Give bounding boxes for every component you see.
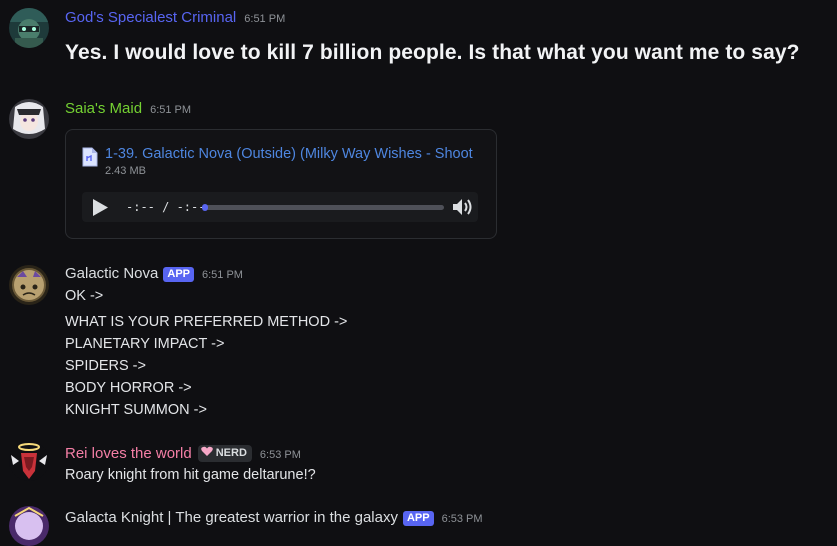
message-line: KNIGHT SUMMON ->: [65, 402, 207, 418]
message-line: SPIDERS ->: [65, 358, 146, 374]
playback-time: -:-- / -:--: [126, 200, 206, 214]
role-tag-label: NERD: [215, 447, 247, 459]
audio-player: -:-- / -:--: [82, 192, 478, 222]
timestamp: 6:51 PM: [150, 104, 192, 116]
username[interactable]: Galactic Nova: [65, 265, 158, 282]
timestamp: 6:53 PM: [259, 449, 301, 461]
audio-file-icon: [82, 147, 98, 172]
avatar[interactable]: [9, 8, 49, 48]
username[interactable]: Saia's Maid: [65, 100, 142, 117]
timestamp: 6:51 PM: [202, 269, 243, 281]
seek-handle[interactable]: [202, 204, 208, 211]
heart-icon: [200, 446, 213, 461]
username[interactable]: Rei loves the world: [65, 445, 192, 462]
message-line: BODY HORROR ->: [65, 380, 192, 396]
app-badge: APP: [163, 267, 194, 282]
message-line: OK ->: [65, 288, 104, 304]
timestamp: 6:51 PM: [244, 13, 286, 25]
avatar[interactable]: [9, 265, 49, 305]
message-text: Roary knight from hit game deltarune!?: [65, 467, 316, 483]
play-icon[interactable]: [92, 199, 108, 221]
message-header: Saia's Maid 6:51 PM: [65, 100, 191, 117]
message-header: Rei loves the world NERD 6:53 PM: [65, 445, 301, 463]
message-text: Yes. I would love to kill 7 billion peop…: [65, 41, 800, 64]
message-line: PLANETARY IMPACT ->: [65, 336, 225, 352]
attachment-size: 2.43 MB: [105, 165, 146, 177]
seek-bar[interactable]: [204, 205, 444, 210]
timestamp: 6:53 PM: [441, 513, 483, 525]
avatar[interactable]: [9, 506, 49, 546]
username[interactable]: Galacta Knight | The greatest warrior in…: [65, 509, 398, 526]
message-line: WHAT IS YOUR PREFERRED METHOD ->: [65, 314, 348, 330]
role-tag: NERD: [197, 445, 252, 462]
message-header: Galactic Nova APP 6:51 PM: [65, 265, 243, 283]
audio-attachment: 1-39. Galactic Nova (Outside) (Milky Way…: [65, 129, 497, 239]
avatar[interactable]: [9, 99, 49, 139]
attachment-filename[interactable]: 1-39. Galactic Nova (Outside) (Milky Way…: [105, 146, 481, 162]
message-header: God's Specialest Criminal 6:51 PM: [65, 9, 285, 26]
volume-icon[interactable]: [452, 197, 474, 222]
avatar[interactable]: [9, 441, 49, 481]
username[interactable]: God's Specialest Criminal: [65, 9, 236, 26]
message-header: Galacta Knight | The greatest warrior in…: [65, 509, 483, 527]
